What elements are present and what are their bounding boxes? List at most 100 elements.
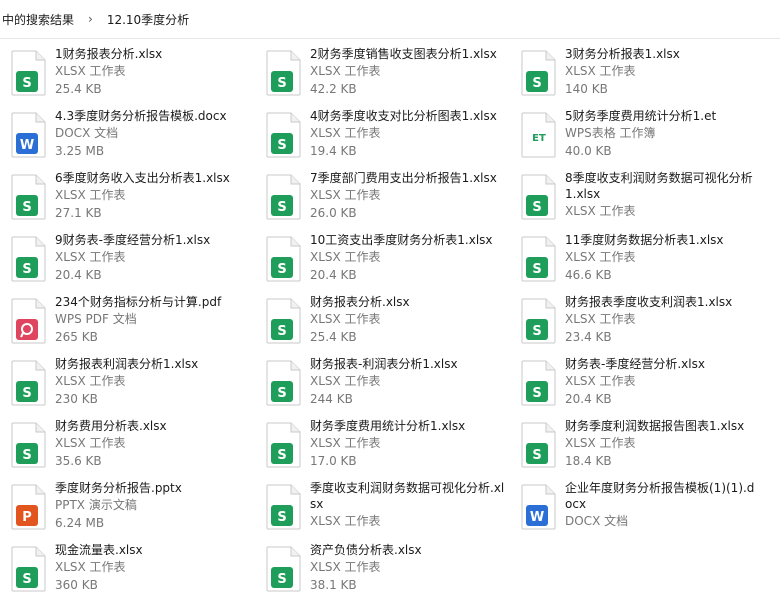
svg-text:S: S — [22, 262, 31, 277]
file-meta: 现金流量表.xlsx XLSX 工作表 360 KB — [55, 542, 250, 594]
file-size: 40.0 KB — [565, 144, 612, 158]
file-name: 财务报表-利润表分析1.xlsx — [310, 357, 458, 371]
svg-text:S: S — [532, 76, 541, 91]
file-type: DOCX 文档 — [565, 514, 629, 528]
file-meta: 4.3季度财务分析报告模板.docx DOCX 文档 3.25 MB — [55, 108, 250, 160]
file-item[interactable]: S 财务费用分析表.xlsx XLSX 工作表 35.6 KB — [0, 416, 250, 478]
breadcrumb-item-folder[interactable]: 12.10季度分析 — [105, 11, 191, 28]
file-type: XLSX 工作表 — [565, 312, 636, 326]
docx-icon: W — [10, 112, 48, 158]
file-name: 财务报表季度收支利润表1.xlsx — [565, 295, 733, 309]
file-meta: 6季度财务收入支出分析表1.xlsx XLSX 工作表 27.1 KB — [55, 170, 250, 222]
file-name: 财务报表分析.xlsx — [310, 295, 410, 309]
file-name: 5财务季度费用统计分析1.et — [565, 109, 717, 123]
file-item[interactable]: S 3财务分析报表1.xlsx XLSX 工作表 140 KB — [510, 44, 760, 106]
svg-text:S: S — [22, 200, 31, 215]
svg-text:S: S — [277, 324, 286, 339]
file-item[interactable]: S 2财务季度销售收支图表分析1.xlsx XLSX 工作表 42.2 KB — [255, 44, 505, 106]
file-item[interactable]: 234个财务指标分析与计算.pdf WPS PDF 文档 265 KB — [0, 292, 250, 354]
file-size: 25.4 KB — [55, 82, 102, 96]
file-item[interactable]: S 现金流量表.xlsx XLSX 工作表 360 KB — [0, 540, 250, 602]
file-item[interactable]: S 7季度部门费用支出分析报告1.xlsx XLSX 工作表 26.0 KB — [255, 168, 505, 230]
file-name: 财务报表利润表分析1.xlsx — [55, 357, 199, 371]
file-type: XLSX 工作表 — [310, 374, 381, 388]
file-meta: 财务表-季度经营分析.xlsx XLSX 工作表 20.4 KB — [565, 356, 760, 408]
file-item[interactable]: S 财务季度利润数据报告图表1.xlsx XLSX 工作表 18.4 KB — [510, 416, 760, 478]
file-meta: 企业年度财务分析报告模板(1)(1).docx DOCX 文档 — [565, 480, 760, 530]
file-name: 3财务分析报表1.xlsx — [565, 47, 680, 61]
file-item[interactable]: W 4.3季度财务分析报告模板.docx DOCX 文档 3.25 MB — [0, 106, 250, 168]
svg-text:W: W — [20, 138, 34, 153]
svg-text:S: S — [277, 138, 286, 153]
file-name: 11季度财务数据分析表1.xlsx — [565, 233, 724, 247]
file-item[interactable]: W 企业年度财务分析报告模板(1)(1).docx DOCX 文档 — [510, 478, 760, 540]
file-item[interactable]: S 1财务报表分析.xlsx XLSX 工作表 25.4 KB — [0, 44, 250, 106]
file-meta: 财务费用分析表.xlsx XLSX 工作表 35.6 KB — [55, 418, 250, 470]
svg-text:S: S — [532, 200, 541, 215]
file-item[interactable]: S 财务报表季度收支利润表1.xlsx XLSX 工作表 23.4 KB — [510, 292, 760, 354]
svg-text:P: P — [22, 510, 32, 525]
file-size: 42.2 KB — [310, 82, 357, 96]
file-type: XLSX 工作表 — [55, 250, 126, 264]
file-item[interactable]: S 6季度财务收入支出分析表1.xlsx XLSX 工作表 27.1 KB — [0, 168, 250, 230]
file-meta: 财务季度利润数据报告图表1.xlsx XLSX 工作表 18.4 KB — [565, 418, 760, 470]
svg-text:S: S — [277, 76, 286, 91]
file-item[interactable]: P 季度财务分析报告.pptx PPTX 演示文稿 6.24 MB — [0, 478, 250, 540]
svg-text:S: S — [22, 448, 31, 463]
file-item[interactable]: S 10工资支出季度财务分析表1.xlsx XLSX 工作表 20.4 KB — [255, 230, 505, 292]
breadcrumb-item-search-results[interactable]: 中的搜索结果 — [0, 11, 76, 28]
file-size: 20.4 KB — [55, 268, 102, 282]
file-item[interactable]: S 财务季度费用统计分析1.xlsx XLSX 工作表 17.0 KB — [255, 416, 505, 478]
file-item[interactable]: S 4财务季度收支对比分析图表1.xlsx XLSX 工作表 19.4 KB — [255, 106, 505, 168]
file-size: 20.4 KB — [310, 268, 357, 282]
file-item[interactable]: S 财务报表利润表分析1.xlsx XLSX 工作表 230 KB — [0, 354, 250, 416]
file-size: 23.4 KB — [565, 330, 612, 344]
file-meta: 9财务表-季度经营分析1.xlsx XLSX 工作表 20.4 KB — [55, 232, 250, 284]
file-meta: 财务季度费用统计分析1.xlsx XLSX 工作表 17.0 KB — [310, 418, 505, 470]
file-meta: 季度收支利润财务数据可视化分析.xlsx XLSX 工作表 — [310, 480, 505, 530]
file-meta: 10工资支出季度财务分析表1.xlsx XLSX 工作表 20.4 KB — [310, 232, 505, 284]
file-name: 6季度财务收入支出分析表1.xlsx — [55, 171, 230, 185]
file-name: 财务季度费用统计分析1.xlsx — [310, 419, 466, 433]
file-name: 财务表-季度经营分析.xlsx — [565, 357, 705, 371]
file-item[interactable]: S 财务报表-利润表分析1.xlsx XLSX 工作表 244 KB — [255, 354, 505, 416]
file-item[interactable]: S 财务报表分析.xlsx XLSX 工作表 25.4 KB — [255, 292, 505, 354]
file-item[interactable]: S 8季度收支利润财务数据可视化分析1.xlsx XLSX 工作表 — [510, 168, 760, 230]
file-item[interactable]: S 财务表-季度经营分析.xlsx XLSX 工作表 20.4 KB — [510, 354, 760, 416]
file-type: XLSX 工作表 — [310, 312, 381, 326]
file-type: XLSX 工作表 — [55, 436, 126, 450]
xlsx-icon: S — [265, 174, 303, 220]
file-type: XLSX 工作表 — [55, 188, 126, 202]
xlsx-icon: S — [520, 236, 558, 282]
file-size: 35.6 KB — [55, 454, 102, 468]
svg-text:ET: ET — [532, 133, 546, 144]
file-meta: 1财务报表分析.xlsx XLSX 工作表 25.4 KB — [55, 46, 250, 98]
file-type: XLSX 工作表 — [310, 250, 381, 264]
file-meta: 4财务季度收支对比分析图表1.xlsx XLSX 工作表 19.4 KB — [310, 108, 505, 160]
svg-text:S: S — [277, 448, 286, 463]
file-name: 2财务季度销售收支图表分析1.xlsx — [310, 47, 497, 61]
file-meta: 5财务季度费用统计分析1.et WPS表格 工作簿 40.0 KB — [565, 108, 760, 160]
file-item[interactable]: S 季度收支利润财务数据可视化分析.xlsx XLSX 工作表 — [255, 478, 505, 540]
file-type: XLSX 工作表 — [310, 436, 381, 450]
file-type: XLSX 工作表 — [310, 188, 381, 202]
file-type: XLSX 工作表 — [565, 204, 636, 218]
breadcrumb-chevron-icon: › — [88, 12, 93, 26]
file-type: DOCX 文档 — [55, 126, 119, 140]
svg-text:S: S — [532, 448, 541, 463]
file-name: 10工资支出季度财务分析表1.xlsx — [310, 233, 493, 247]
file-type: XLSX 工作表 — [565, 436, 636, 450]
file-item[interactable]: S 9财务表-季度经营分析1.xlsx XLSX 工作表 20.4 KB — [0, 230, 250, 292]
file-item[interactable]: ET 5财务季度费用统计分析1.et WPS表格 工作簿 40.0 KB — [510, 106, 760, 168]
file-size: 140 KB — [565, 82, 608, 96]
file-size: 26.0 KB — [310, 206, 357, 220]
file-meta: 3财务分析报表1.xlsx XLSX 工作表 140 KB — [565, 46, 760, 98]
file-type: XLSX 工作表 — [310, 126, 381, 140]
file-meta: 2财务季度销售收支图表分析1.xlsx XLSX 工作表 42.2 KB — [310, 46, 505, 98]
xlsx-icon: S — [520, 50, 558, 96]
file-size: 20.4 KB — [565, 392, 612, 406]
xlsx-icon: S — [265, 112, 303, 158]
file-type: XLSX 工作表 — [55, 560, 126, 574]
file-item[interactable]: S 资产负债分析表.xlsx XLSX 工作表 38.1 KB — [255, 540, 505, 602]
file-item[interactable]: S 11季度财务数据分析表1.xlsx XLSX 工作表 46.6 KB — [510, 230, 760, 292]
